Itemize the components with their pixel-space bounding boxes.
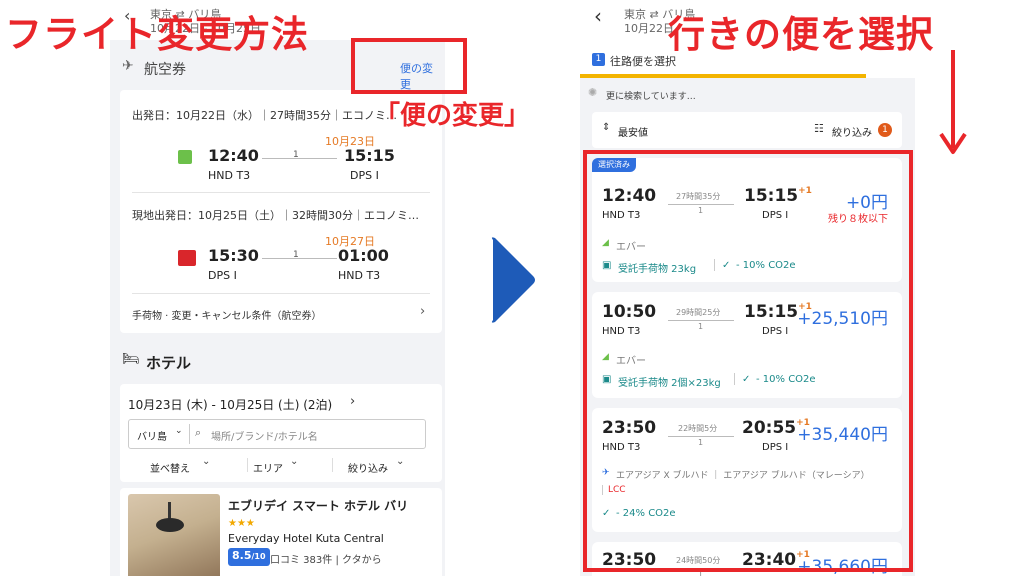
review-score-badge: 8.5/10	[228, 548, 270, 566]
step-label: 往路便を選択	[610, 55, 676, 68]
change-callout: 「便の変更」	[374, 101, 531, 131]
divider	[332, 458, 333, 472]
hotel-search-input[interactable]: 場所/ブランド/ホテル名	[211, 428, 318, 443]
return-route-line	[262, 258, 337, 259]
outbound-dep-time: 12:40	[208, 146, 259, 165]
hotel-card[interactable]: エブリデイ スマート ホテル バリ ★★★ Everyday Hotel Kut…	[120, 488, 442, 576]
review-score: 8.5	[232, 549, 252, 562]
filter-button[interactable]: 絞り込み	[348, 460, 388, 475]
hotel-name-en: Everyday Hotel Kuta Central	[228, 532, 384, 545]
sort-cheapest-button[interactable]: 最安値	[618, 124, 648, 139]
chevron-down-icon: ⌄	[175, 426, 183, 436]
area-button[interactable]: エリア	[253, 460, 283, 475]
airasia-logo-icon	[178, 250, 196, 266]
outbound-info: 出発日：10月22日（水）｜27時間35分｜エコノミ…	[132, 109, 397, 122]
header-dates: 10月22日	[624, 22, 674, 35]
highlight-box-change-link	[351, 38, 467, 94]
sort-arrows-icon: ⇕	[602, 122, 611, 133]
chevron-right-icon[interactable]: ›	[350, 394, 355, 409]
outbound-arr-time: 15:15	[344, 146, 395, 165]
review-score-max: /10	[251, 552, 266, 561]
flight-section-title: 航空券	[144, 62, 186, 78]
hotel-section-title: ホテル	[146, 354, 192, 372]
divider	[132, 293, 430, 294]
filter-count-badge: 1	[878, 123, 892, 137]
step-number: 1	[592, 53, 605, 66]
filter-icon: ☷	[814, 122, 824, 135]
chevron-right-icon[interactable]: ›	[420, 304, 425, 319]
chevron-down-icon: ⌄	[290, 456, 299, 467]
left-overlay-title: フライト変更方法	[5, 13, 309, 56]
chevron-down-icon: ⌄	[396, 456, 405, 467]
outbound-stops: 1	[293, 150, 299, 160]
back-chevron-icon[interactable]: ‹	[594, 4, 602, 28]
step-progress-bar	[580, 74, 866, 78]
hotel-search-box[interactable]: バリ島 ⌄ ⌕ 場所/ブランド/ホテル名	[128, 419, 426, 449]
down-arrow-icon	[939, 50, 967, 154]
searching-status: 更に検索しています…	[606, 92, 696, 102]
hotel-dates[interactable]: 10月23日 (木) - 10月25日 (土) (2泊)	[128, 396, 332, 413]
airplane-icon: ✈	[122, 58, 134, 74]
right-overlay-title: 行きの便を選択	[668, 13, 934, 56]
highlight-box-flight-list	[583, 150, 913, 572]
return-arr-time: 01:00	[338, 246, 389, 265]
chevron-down-icon: ⌄	[202, 456, 211, 467]
divider	[247, 458, 248, 472]
return-dep-time: 15:30	[208, 246, 259, 265]
search-icon: ⌕	[195, 426, 202, 439]
divider	[189, 424, 190, 444]
location-select[interactable]: バリ島	[137, 428, 167, 443]
bed-icon: 🛏	[122, 351, 140, 367]
baggage-conditions-row[interactable]: 手荷物 · 変更・キャンセル条件（航空券）	[132, 307, 322, 322]
return-dep-code: DPS I	[208, 269, 237, 282]
sort-button[interactable]: 並べ替え	[150, 460, 190, 475]
outbound-dep-code: HND T3	[208, 169, 251, 182]
outbound-route-line	[262, 158, 337, 159]
outbound-arr-code: DPS I	[350, 169, 379, 182]
hotel-name: エブリデイ スマート ホテル バリ	[228, 499, 409, 513]
filter-button[interactable]: 絞り込み	[832, 124, 872, 139]
hotel-photo	[128, 494, 220, 576]
divider	[132, 192, 430, 193]
hotel-search-card: 10月23日 (木) - 10月25日 (土) (2泊) › バリ島 ⌄ ⌕ 場…	[120, 384, 442, 482]
eva-air-logo-icon	[178, 150, 192, 164]
return-info: 現地出発日：10月25日（土）｜32時間30分｜エコノミ…	[132, 209, 419, 222]
ceiling-fan-icon	[156, 518, 184, 532]
sort-filter-bar: ⇕ 最安値 ☷ 絞り込み 1	[592, 112, 902, 148]
return-stops: 1	[293, 250, 299, 260]
hotel-reviews: 口コミ 383件 | クタから	[270, 555, 382, 566]
next-arrow-icon	[491, 237, 535, 323]
return-arr-code: HND T3	[338, 269, 381, 282]
hotel-stars: ★★★	[228, 518, 255, 529]
loading-spinner-icon: ✺	[588, 86, 598, 99]
